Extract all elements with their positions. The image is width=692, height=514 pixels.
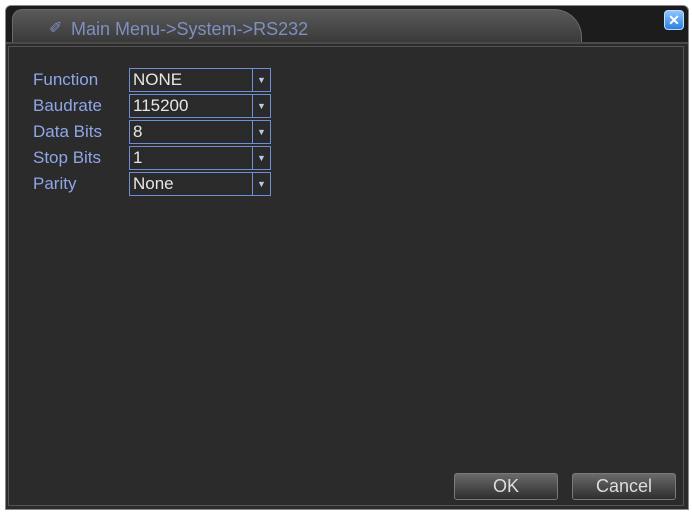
close-icon: ✕ [668,12,680,28]
field-row-data-bits: Data Bits 8 ▼ [33,119,333,145]
stop-bits-value: 1 [133,148,143,167]
title-bar: ✐ Main Menu->System->RS232 ✕ [6,6,688,44]
data-bits-label: Data Bits [33,122,102,141]
field-row-function: Function NONE ▼ [33,67,333,93]
parity-label: Parity [33,174,77,193]
chevron-down-icon[interactable]: ▼ [252,95,270,117]
rs232-dialog: ✐ Main Menu->System->RS232 ✕ Function NO… [5,5,689,510]
ok-button[interactable]: OK [454,473,558,500]
baudrate-label: Baudrate [33,96,102,115]
data-bits-select[interactable]: 8 ▼ [129,120,271,144]
field-row-parity: Parity None ▼ [33,171,333,197]
chevron-down-icon[interactable]: ▼ [252,147,270,169]
function-label: Function [33,70,99,89]
parity-select[interactable]: None ▼ [129,172,271,196]
close-button[interactable]: ✕ [664,10,684,30]
window-title: Main Menu->System->RS232 [71,19,309,39]
wrench-icon: ✐ [49,20,63,37]
baudrate-value: 115200 [133,96,189,115]
function-value: NONE [133,70,183,89]
settings-panel: Function NONE ▼ Baudrate 115200 ▼ Data B… [8,46,684,506]
function-select[interactable]: NONE ▼ [129,68,271,92]
baudrate-select[interactable]: 115200 ▼ [129,94,271,118]
parity-value: None [133,174,174,193]
chevron-down-icon[interactable]: ▼ [252,69,270,91]
data-bits-value: 8 [133,122,143,141]
stop-bits-label: Stop Bits [33,148,102,167]
stop-bits-select[interactable]: 1 ▼ [129,146,271,170]
chevron-down-icon[interactable]: ▼ [252,121,270,143]
field-row-stop-bits: Stop Bits 1 ▼ [33,145,333,171]
title-tab: ✐ Main Menu->System->RS232 [12,9,582,42]
chevron-down-icon[interactable]: ▼ [252,173,270,195]
cancel-button[interactable]: Cancel [572,473,676,500]
field-row-baudrate: Baudrate 115200 ▼ [33,93,333,119]
